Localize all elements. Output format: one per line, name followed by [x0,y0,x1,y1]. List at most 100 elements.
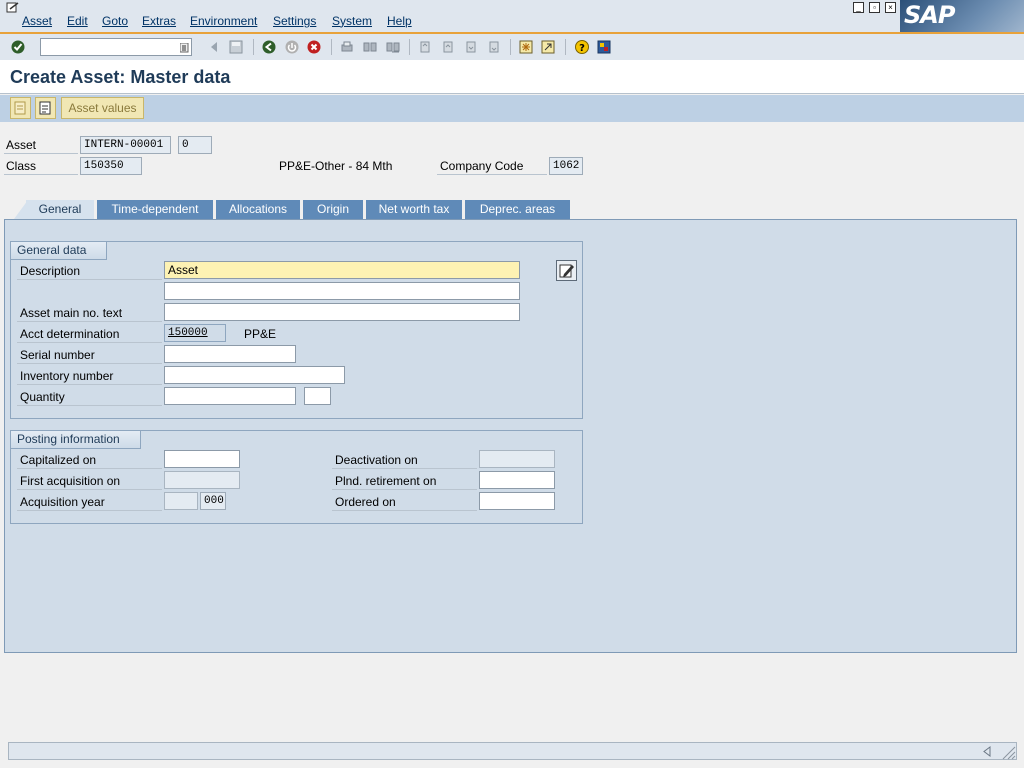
next-page-icon[interactable] [464,40,478,54]
menu-help[interactable]: Help [387,14,412,28]
status-bar [8,742,1017,760]
acquisition-year-label-underline [17,510,162,511]
long-text-edit-icon[interactable] [556,260,577,281]
tab-origin[interactable]: Origin [303,200,363,219]
previous-arrow-icon[interactable] [207,40,221,54]
serial-number-field[interactable] [164,345,296,363]
first-acquisition-label-underline [17,489,162,490]
exit-icon[interactable] [285,40,299,54]
description-field[interactable]: Asset [164,261,520,279]
class-description: PP&E-Other - 84 Mth [279,159,393,173]
toolbar-separator [510,39,511,55]
quantity-field[interactable] [164,387,296,405]
shortcut-icon[interactable] [541,40,555,54]
asset-label: Asset [6,138,37,152]
tab-time-dependent[interactable]: Time-dependent [97,200,213,219]
save-icon[interactable] [229,40,243,54]
description-label-underline [17,279,162,280]
acct-determination-label-underline [17,342,162,343]
asset-number-field: INTERN-00001 [80,136,171,154]
asset-subnumber-field: 0 [178,136,212,154]
deactivation-on-label-underline [332,468,477,469]
app-button-1[interactable] [10,97,31,119]
command-field[interactable] [40,38,192,56]
menu-bar: Asset Edit Goto Extras Environment Setti… [0,0,1024,32]
quantity-label: Quantity [20,390,65,404]
system-menu-icon[interactable] [6,2,20,14]
menu-edit[interactable]: Edit [67,14,88,28]
sap-logo-text: SAP [904,1,955,29]
asset-values-button[interactable]: Asset values [61,97,144,119]
serial-number-label: Serial number [20,348,95,362]
close-window-icon[interactable]: × [885,2,896,13]
acct-determination-label: Acct determination [20,327,120,341]
back-icon[interactable] [262,40,276,54]
menu-environment[interactable]: Environment [190,14,257,28]
previous-page-icon[interactable] [441,40,455,54]
ordered-on-label: Ordered on [335,495,396,509]
acct-determination-field[interactable]: 150000 [164,324,226,342]
menu-system[interactable]: System [332,14,372,28]
standard-toolbar: ? [0,32,1024,60]
resize-grip-icon[interactable] [1000,744,1016,760]
capitalized-on-label: Capitalized on [20,453,97,467]
enter-check-icon[interactable] [11,40,25,54]
last-page-icon[interactable] [487,40,501,54]
tab-net-worth-tax[interactable]: Net worth tax [366,200,462,219]
posting-information-title: Posting information [11,431,141,449]
asset-main-text-label: Asset main no. text [20,306,123,320]
toolbar-separator [253,39,254,55]
tab-general[interactable]: General [26,200,94,219]
company-code-field: 1062 [549,157,583,175]
menu-extras[interactable]: Extras [142,14,176,28]
screen-title-bar: Create Asset: Master data [0,60,1024,94]
tab-deprec-areas[interactable]: Deprec. areas [465,200,570,219]
document-detail-icon [39,101,51,115]
create-session-icon[interactable] [519,40,533,54]
command-field-dropdown-icon[interactable] [180,43,189,53]
class-label-underline [4,174,78,175]
ordered-on-label-underline [332,510,477,511]
acquisition-year-field [164,492,198,510]
sap-logo: SAP [900,0,1024,32]
help-icon[interactable]: ? [575,40,589,54]
ordered-on-field[interactable] [479,492,555,510]
menu-goto[interactable]: Goto [102,14,128,28]
serial-number-label-underline [17,363,162,364]
deactivation-on-field [479,450,555,468]
toolbar-separator [409,39,410,55]
app-button-2[interactable] [35,97,56,119]
capitalized-on-field[interactable] [164,450,240,468]
planned-retirement-field[interactable] [479,471,555,489]
company-code-label-underline [437,174,547,175]
print-icon[interactable] [340,40,354,54]
status-expand-icon[interactable] [982,746,992,757]
asset-main-text-field[interactable] [164,303,520,321]
asset-main-text-label-underline [17,321,162,322]
find-icon[interactable] [363,40,377,54]
inventory-number-label-underline [17,384,162,385]
deactivation-on-label: Deactivation on [335,453,418,467]
menu-settings[interactable]: Settings [273,14,316,28]
minimize-icon[interactable]: _ [853,2,864,13]
inventory-number-label: Inventory number [20,369,114,383]
tab-allocations[interactable]: Allocations [216,200,300,219]
inventory-number-field[interactable] [164,366,345,384]
quantity-label-underline [17,405,162,406]
acquisition-year-label: Acquisition year [20,495,105,509]
general-data-title: General data [11,242,108,260]
cancel-icon[interactable] [307,40,321,54]
company-code-label: Company Code [440,159,524,173]
first-acquisition-field [164,471,240,489]
quantity-unit-field[interactable] [304,387,331,405]
description-line2-field[interactable] [164,282,520,300]
first-page-icon[interactable] [418,40,432,54]
customize-layout-icon[interactable] [597,40,611,54]
planned-retirement-label-underline [332,489,477,490]
class-field: 150350 [80,157,142,175]
menu-asset[interactable]: Asset [22,14,52,28]
application-toolbar: Asset values [0,95,1024,122]
class-label: Class [6,159,37,173]
find-next-icon[interactable] [386,40,400,54]
maximize-icon[interactable]: ▫ [869,2,880,13]
